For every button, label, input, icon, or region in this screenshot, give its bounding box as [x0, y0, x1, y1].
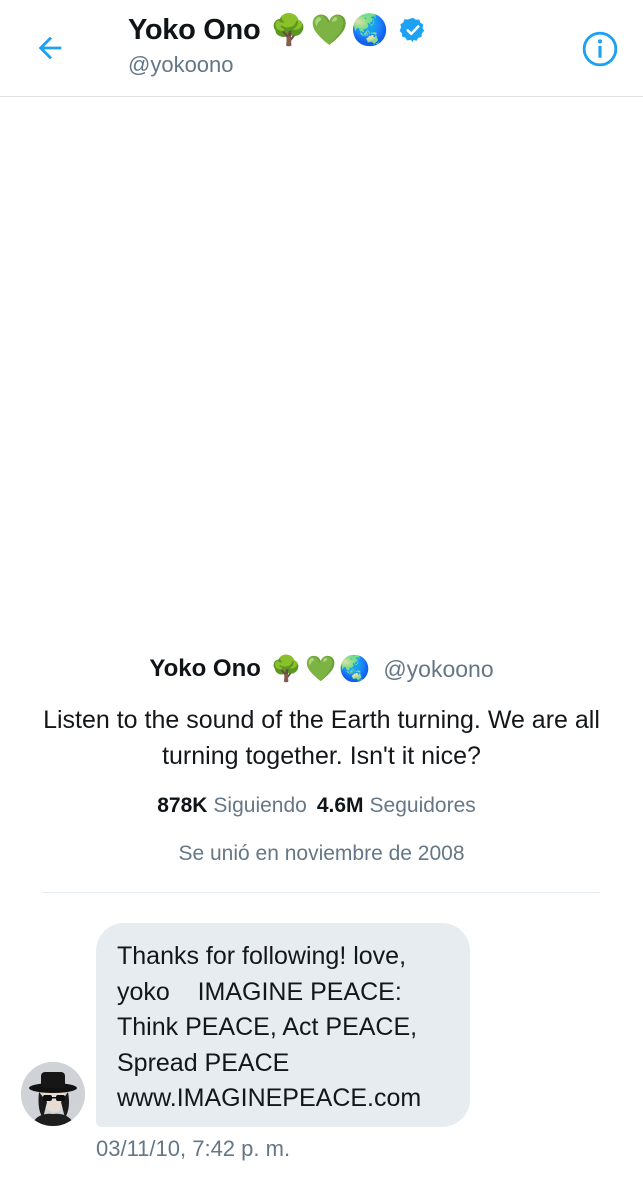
header-emoji-group: 🌳 💚 🌏: [270, 13, 391, 48]
back-button[interactable]: [26, 24, 74, 72]
following-count: 878K: [157, 794, 208, 817]
profile-display-name: Yoko Ono: [149, 655, 261, 682]
message-bubble[interactable]: Thanks for following! love, yoko IMAGINE…: [96, 923, 470, 1127]
back-arrow-icon: [38, 36, 62, 60]
header-handle: @yokoono: [128, 52, 234, 77]
joined-date: Se unió en noviembre de 2008: [178, 842, 465, 865]
globe-emoji: 🌏: [339, 654, 371, 683]
divider: [42, 892, 600, 893]
profile-summary: Yoko Ono 🌳 💚 🌏 @yokoono Listen to the so…: [0, 650, 643, 866]
avatar-image: [21, 1062, 85, 1126]
header-display-name: Yoko Ono: [128, 13, 261, 46]
info-button[interactable]: [579, 28, 621, 70]
conversation-header: Yoko Ono 🌳 💚 🌏 @yokoono: [0, 0, 643, 97]
followers-stat[interactable]: 4.6M Seguidores: [317, 794, 486, 817]
profile-name-row[interactable]: Yoko Ono 🌳 💚 🌏 @yokoono: [0, 650, 643, 688]
tree-emoji: 🌳: [270, 654, 303, 683]
green-heart-emoji: 💚: [305, 654, 337, 683]
followers-count: 4.6M: [316, 794, 364, 817]
verified-badge-icon: [399, 16, 427, 44]
following-label: Siguiendo: [213, 794, 307, 817]
tree-emoji: 🌳: [270, 13, 308, 47]
green-heart-emoji: 💚: [310, 13, 349, 47]
following-stat[interactable]: 878K Siguiendo: [157, 794, 317, 817]
profile-bio: Listen to the sound of the Earth turning…: [43, 706, 600, 770]
profile-handle: @yokoono: [383, 655, 494, 682]
info-icon: [582, 31, 618, 67]
followers-label: Seguidores: [369, 794, 476, 817]
message-timestamp: 03/11/10, 7:42 p. m.: [96, 1136, 291, 1161]
profile-emoji-group: 🌳 💚 🌏: [271, 655, 373, 684]
globe-emoji: 🌏: [351, 13, 389, 47]
avatar[interactable]: [21, 1062, 85, 1126]
header-title: Yoko Ono 🌳 💚 🌏 @yokoono: [128, 12, 427, 78]
profile-stats: 878K Siguiendo 4.6M Seguidores: [0, 794, 643, 818]
